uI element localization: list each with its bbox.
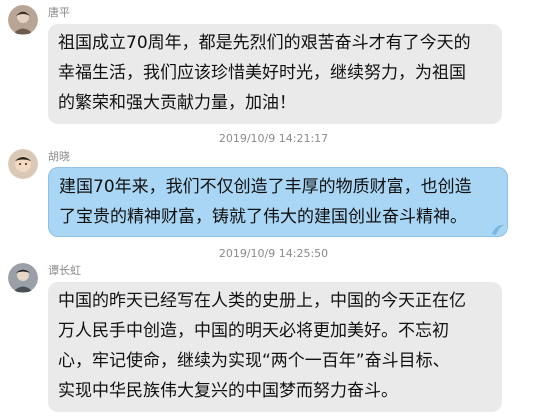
message-bubble[interactable]: 中国的昨天已经写在人类的史册上，中国的今天正在亿 万人民手中创造，中国的明天必将… <box>48 282 502 412</box>
message-line: 幸福生活，我们应该珍惜美好时光，继续努力，为祖国 <box>58 63 466 83</box>
message-line: 实现中华民族伟大复兴的中国梦而努力奋斗。 <box>58 381 398 401</box>
avatar[interactable] <box>8 149 38 179</box>
message-line: 了宝贵的精神财富，铸就了伟大的建国创业奋斗精神。 <box>59 207 467 227</box>
message-line: 中国的昨天已经写在人类的史册上，中国的今天正在亿 <box>58 291 466 311</box>
message-line: 祖国成立70周年，都是先烈们的艰苦奋斗才有了今天的 <box>58 33 471 53</box>
sender-name: 唐平 <box>48 6 70 19</box>
message-line: 建国70年来，我们不仅创造了丰厚的物质财富，也创造 <box>59 177 472 197</box>
timestamp: 2019/10/9 14:25:50 <box>218 247 329 260</box>
bubble-decoration-icon <box>492 224 504 235</box>
chat-conversation: 唐平 祖国成立70周年，都是先烈们的艰苦奋斗才有了今天的 幸福生活，我们应该珍惜… <box>0 0 547 419</box>
avatar[interactable] <box>8 5 38 35</box>
message-line: 万人民手中创造，中国的明天必将更加美好。不忘初 <box>58 321 449 341</box>
message-bubble[interactable]: 祖国成立70周年，都是先烈们的艰苦奋斗才有了今天的 幸福生活，我们应该珍惜美好时… <box>48 24 502 124</box>
message-line: 的繁荣和强大贡献力量，加油！ <box>58 93 296 113</box>
avatar[interactable] <box>8 263 38 293</box>
user-avatar-icon <box>8 149 38 179</box>
sender-name: 谭长虹 <box>48 264 81 277</box>
message-bubble[interactable]: 建国70年来，我们不仅创造了丰厚的物质财富，也创造 了宝贵的精神财富，铸就了伟大… <box>48 167 508 237</box>
user-avatar-icon <box>8 5 38 35</box>
timestamp: 2019/10/9 14:21:17 <box>218 132 329 145</box>
message-line: 心，牢记使命，继续为实现“两个一百年”奋斗目标、 <box>58 351 450 371</box>
user-avatar-icon <box>8 263 38 293</box>
sender-name: 胡晓 <box>48 150 70 163</box>
